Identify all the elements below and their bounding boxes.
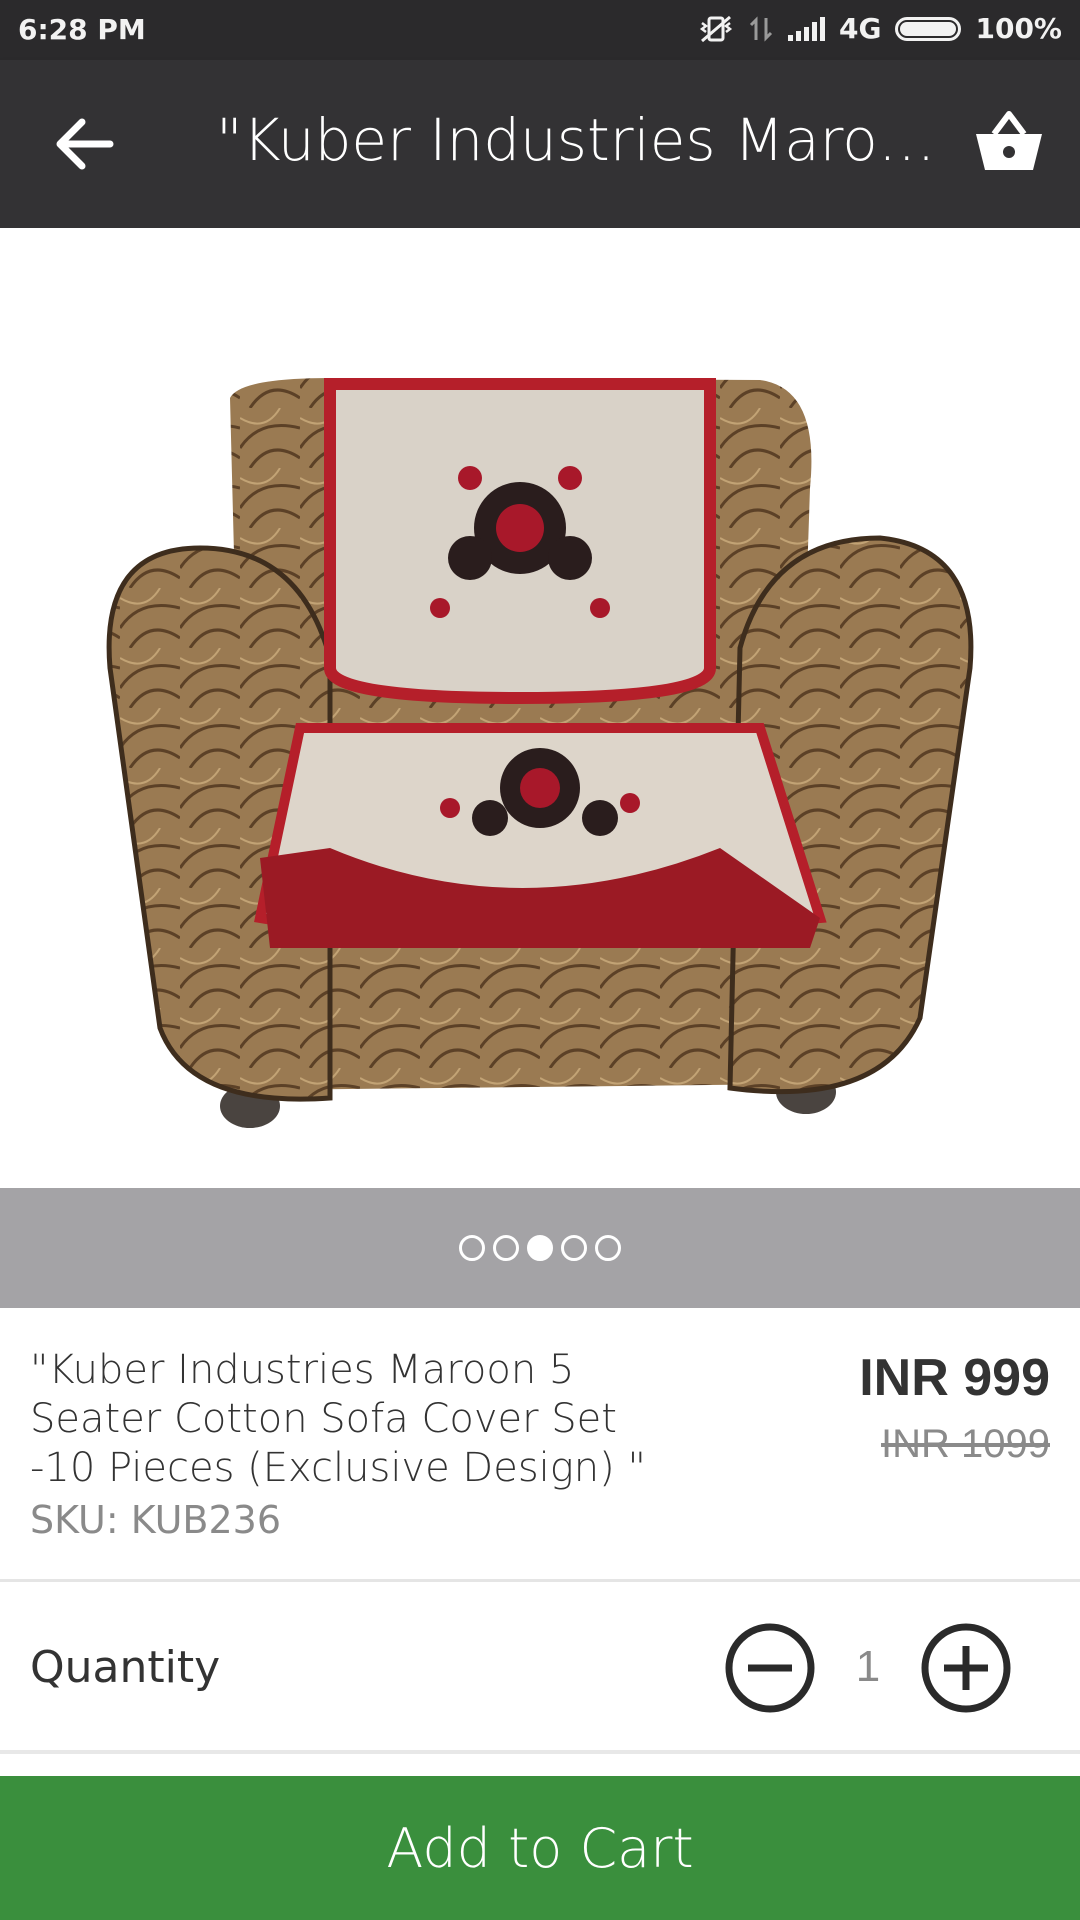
back-button[interactable] <box>48 112 120 176</box>
status-time: 6:28 PM <box>18 13 146 46</box>
quantity-label: Quantity <box>30 1642 221 1693</box>
vibrate-icon <box>699 15 733 42</box>
product-name: "Kuber Industries Maroon 5 Seater Cotton… <box>30 1347 646 1491</box>
toolbar: "Kuber Industries Maroon 5 Seater Cotton… <box>0 60 1080 228</box>
increase-quantity-button[interactable] <box>920 1622 1012 1714</box>
minus-circle-icon <box>725 1623 815 1713</box>
data-transfer-icon <box>749 15 773 42</box>
product-image <box>106 378 974 1128</box>
product-price: INR 999 <box>859 1349 1050 1407</box>
shopping-basket-icon <box>976 111 1042 170</box>
product-old-price: INR 1099 <box>881 1422 1050 1466</box>
status-bar: 6:28 PM 4G 100% <box>0 0 1080 60</box>
status-icons: 4G 100% <box>698 12 1062 45</box>
pager-dot[interactable] <box>561 1235 587 1261</box>
network-type: 4G <box>839 12 882 45</box>
pager-dot[interactable] <box>595 1235 621 1261</box>
arrow-left-icon <box>56 118 114 170</box>
battery-level: 100% <box>975 12 1062 45</box>
decrease-quantity-button[interactable] <box>724 1622 816 1714</box>
battery-icon <box>895 16 962 41</box>
plus-circle-icon <box>921 1623 1011 1713</box>
quantity-value: 1 <box>855 1642 881 1691</box>
quantity-row: Quantity 1 <box>0 1582 1080 1754</box>
image-pager[interactable] <box>0 1188 1080 1308</box>
product-info: "Kuber Industries Maroon 5 Seater Cotton… <box>0 1308 1080 1582</box>
cart-button[interactable] <box>974 108 1044 178</box>
signal-icon <box>788 16 826 41</box>
pager-dot[interactable] <box>493 1235 519 1261</box>
add-to-cart-button[interactable]: Add to Cart <box>0 1776 1080 1920</box>
pager-dot-active[interactable] <box>527 1235 553 1261</box>
product-image-gallery[interactable] <box>0 228 1080 1188</box>
product-sku: SKU: KUB236 <box>30 1498 282 1542</box>
pager-dot[interactable] <box>459 1235 485 1261</box>
page-title: "Kuber Industries Maroon 5 Seater Cotton… <box>216 106 936 174</box>
